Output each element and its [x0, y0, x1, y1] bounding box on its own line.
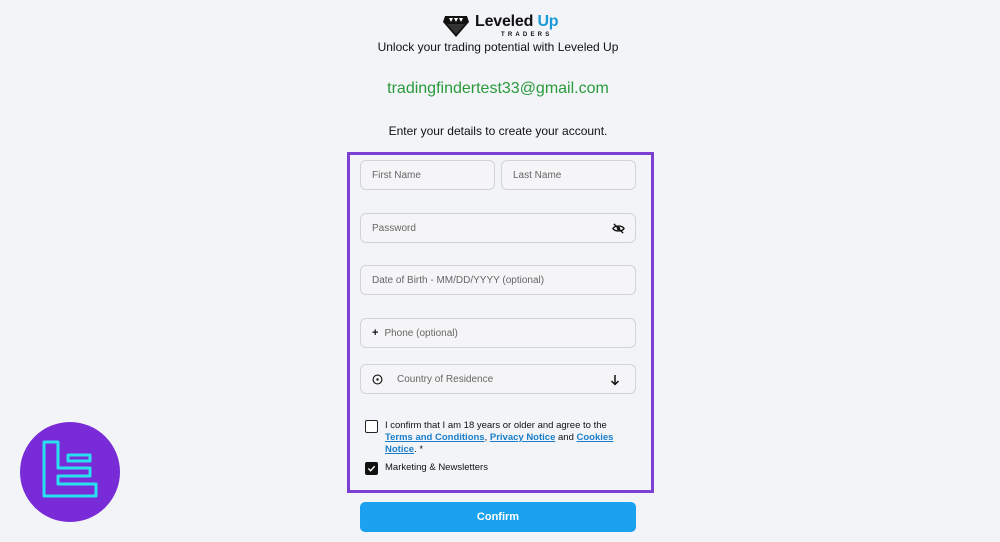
privacy-notice-link[interactable]: Privacy Notice: [490, 432, 555, 443]
phone-placeholder: Phone (optional): [384, 327, 458, 339]
country-placeholder: Country of Residence: [397, 373, 494, 385]
newsletter-label: Marketing & Newsletters: [385, 462, 488, 473]
eye-off-icon[interactable]: [612, 222, 625, 235]
instructions: Enter your details to create your accoun…: [388, 124, 608, 138]
last-name-input[interactable]: Last Name: [501, 160, 636, 190]
terms-checkbox[interactable]: [365, 420, 378, 433]
terms-suffix: . *: [414, 444, 424, 455]
first-name-placeholder: First Name: [372, 169, 421, 181]
last-name-placeholder: Last Name: [513, 169, 562, 181]
tradingfinder-logo-mark: [42, 440, 98, 498]
terms-and-conditions-link[interactable]: Terms and Conditions: [385, 432, 485, 443]
phone-prefix: +: [372, 327, 379, 339]
brand-logo: Leveled Up TRADERS: [443, 12, 559, 40]
globe-icon: [372, 374, 383, 384]
tagline: Unlock your trading potential with Level…: [377, 40, 619, 54]
terms-separator-2: and: [555, 432, 577, 443]
brand-title-accent: Up: [537, 13, 559, 30]
country-select[interactable]: Country of Residence: [360, 364, 636, 394]
date-of-birth-input[interactable]: Date of Birth - MM/DD/YYYY (optional): [360, 265, 636, 295]
checkmark-icon: [367, 465, 376, 472]
diamond-icon: [443, 16, 469, 37]
account-email: tradingfindertest33@gmail.com: [387, 80, 609, 97]
tradingfinder-logo: [20, 422, 120, 522]
phone-input[interactable]: + Phone (optional): [360, 318, 636, 348]
brand-wordmark: Leveled Up TRADERS: [475, 13, 559, 39]
first-name-input[interactable]: First Name: [360, 160, 495, 190]
confirm-button[interactable]: Confirm: [360, 502, 636, 532]
newsletter-checkbox[interactable]: [365, 462, 378, 475]
dob-placeholder: Date of Birth - MM/DD/YYYY (optional): [372, 274, 545, 286]
brand-subtitle: TRADERS: [501, 32, 553, 38]
arrow-down-icon[interactable]: [610, 374, 620, 386]
password-input[interactable]: Password: [360, 213, 636, 243]
brand-title: Leveled: [475, 13, 538, 30]
password-placeholder: Password: [372, 222, 416, 234]
terms-text: I confirm that I am 18 years or older an…: [385, 420, 625, 456]
terms-prefix: I confirm that I am 18 years or older an…: [385, 420, 607, 431]
